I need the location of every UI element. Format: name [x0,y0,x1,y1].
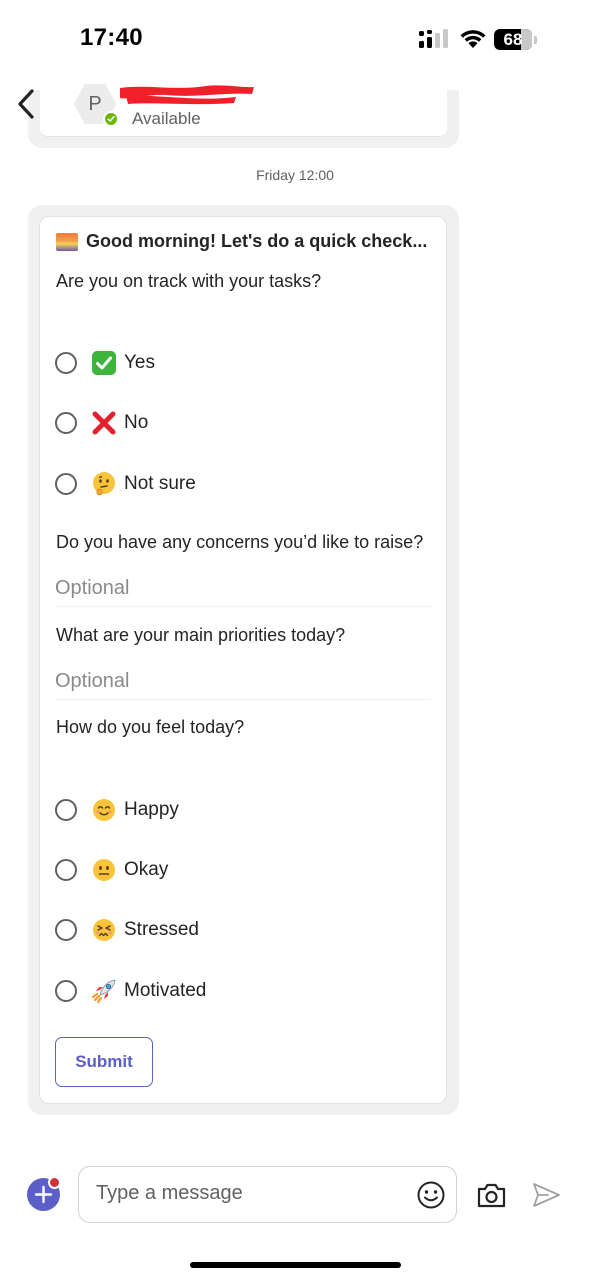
presence-status: Available [132,109,201,128]
radio-option-stressed[interactable]: Stressed [55,915,199,945]
wifi-icon [460,30,486,48]
thinking-face-icon [91,471,117,497]
message-input[interactable] [96,1176,396,1210]
smiling-face-icon [91,797,117,823]
persevering-face-icon [91,917,117,943]
battery-indicator: 68 [494,29,540,51]
neutral-face-icon [91,857,117,883]
question-priorities: What are your main priorities today? [56,625,346,645]
home-indicator [190,1262,401,1268]
back-chevron-icon[interactable] [12,86,42,122]
radio-option-motivated[interactable]: Motivated [55,976,206,1006]
radio-button[interactable] [55,859,77,881]
radio-label: No [124,412,149,433]
radio-button[interactable] [55,980,77,1002]
concerns-input[interactable] [55,570,431,607]
question-on-track: Are you on track with your tasks? [56,271,322,291]
radio-button[interactable] [55,473,77,495]
radio-label: Yes [124,352,155,373]
check-mark-button-icon [91,350,117,376]
radio-label: Okay [124,859,169,880]
rocket-icon [91,978,117,1004]
radio-label: Not sure [124,473,196,494]
radio-option-yes[interactable]: Yes [55,348,155,378]
radio-button[interactable] [55,352,77,374]
submit-button[interactable]: Submit [55,1037,153,1087]
status-time: 17:40 [80,24,143,51]
radio-option-not-sure[interactable]: Not sure [55,469,196,499]
radio-button[interactable] [55,412,77,434]
notification-dot [48,1176,61,1189]
send-icon[interactable] [531,1181,561,1209]
card-title-text: Good morning! Let's do a quick check... [86,231,428,251]
radio-option-okay[interactable]: Okay [55,855,168,885]
camera-icon[interactable] [476,1181,507,1209]
radio-label: Stressed [124,919,199,940]
radio-button[interactable] [55,799,77,821]
question-feeling: How do you feel today? [56,717,245,737]
message-timestamp: Friday 12:00 [256,167,334,183]
radio-label: Happy [124,799,179,820]
radio-button[interactable] [55,919,77,941]
priorities-input[interactable] [55,663,431,700]
radio-option-happy[interactable]: Happy [55,795,179,825]
cellular-signal-icon [419,29,448,48]
question-concerns: Do you have any concerns you’d like to r… [56,532,424,552]
sunrise-icon [56,232,78,251]
battery-level: 68 [503,30,523,49]
presence-available-icon [103,111,119,127]
radio-option-no[interactable]: No [55,408,148,438]
redacted-contact-name [120,85,254,105]
emoji-icon[interactable] [416,1180,446,1210]
cross-mark-icon [91,410,117,436]
card-title: Good morning! Let's do a quick check... [56,231,436,252]
radio-label: Motivated [124,980,207,1001]
